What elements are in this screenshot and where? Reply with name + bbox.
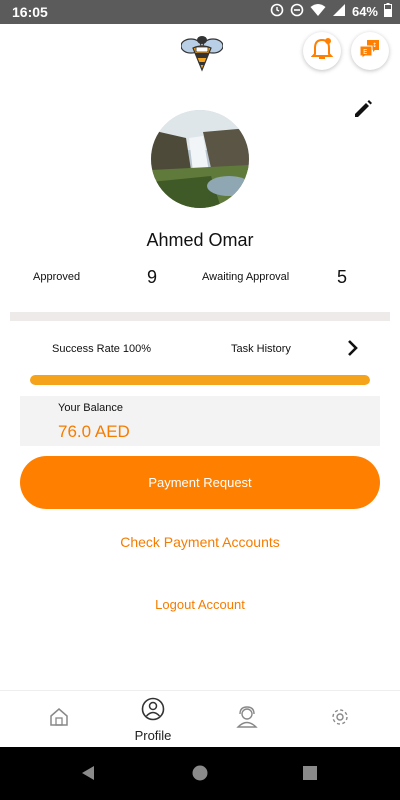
bell-icon: [310, 37, 334, 66]
home-icon: [48, 706, 70, 733]
do-not-disturb-icon: [290, 3, 304, 20]
app-header: E ↕: [0, 24, 400, 80]
nav-profile-label: Profile: [134, 727, 172, 743]
balance-amount: 76.0 AED: [58, 422, 130, 441]
chevron-right-icon[interactable]: [345, 338, 361, 358]
edit-profile-icon[interactable]: [352, 98, 374, 120]
chat-icon: E ↕: [358, 37, 382, 66]
check-payment-accounts-link[interactable]: Check Payment Accounts: [0, 534, 400, 550]
support-agent-icon: [234, 705, 260, 734]
balance-card: Your Balance 76.0 AED: [20, 396, 380, 446]
wifi-icon: [310, 3, 326, 20]
back-icon[interactable]: [80, 765, 96, 786]
status-time: 16:05: [12, 4, 48, 20]
balance-label: Your Balance: [58, 402, 124, 414]
battery-icon: [384, 3, 392, 20]
section-divider: [10, 312, 390, 321]
svg-text:↕: ↕: [372, 42, 377, 49]
nav-profile[interactable]: Profile: [103, 691, 203, 748]
bee-logo-icon: [180, 32, 224, 72]
avatar[interactable]: [151, 110, 249, 208]
success-rate-progress: [30, 375, 370, 385]
profile-icon: [141, 697, 165, 726]
alarm-icon: [270, 3, 284, 20]
success-rate-label: Success Rate 100%: [52, 343, 152, 355]
logout-link[interactable]: Logout Account: [0, 597, 400, 612]
payment-request-button[interactable]: Payment Request: [20, 456, 380, 509]
approved-label: Approved: [33, 271, 81, 283]
status-icons: 64%: [270, 3, 392, 20]
recent-apps-icon[interactable]: [303, 766, 317, 785]
nav-home[interactable]: [9, 691, 109, 748]
approved-count: 9: [147, 267, 158, 287]
svg-text:E: E: [363, 48, 367, 56]
status-bar: 16:05 64%: [0, 0, 400, 24]
bottom-navigation: Profile: [0, 690, 400, 747]
battery-percent: 64%: [351, 4, 378, 19]
notifications-button[interactable]: [303, 32, 341, 70]
profile-name: Ahmed Omar: [146, 230, 254, 250]
progress-fill: [30, 375, 370, 385]
messages-button[interactable]: E ↕: [351, 32, 389, 70]
task-history-link[interactable]: Task History: [231, 343, 291, 355]
gear-icon: [329, 706, 351, 733]
home-button-icon[interactable]: [192, 765, 208, 786]
signal-icon: [332, 3, 346, 20]
nav-support[interactable]: [197, 691, 297, 748]
system-navigation-bar: [0, 747, 400, 800]
nav-settings[interactable]: [290, 691, 390, 748]
awaiting-approval-count: 5: [337, 267, 348, 287]
awaiting-approval-label: Awaiting Approval: [202, 271, 290, 283]
